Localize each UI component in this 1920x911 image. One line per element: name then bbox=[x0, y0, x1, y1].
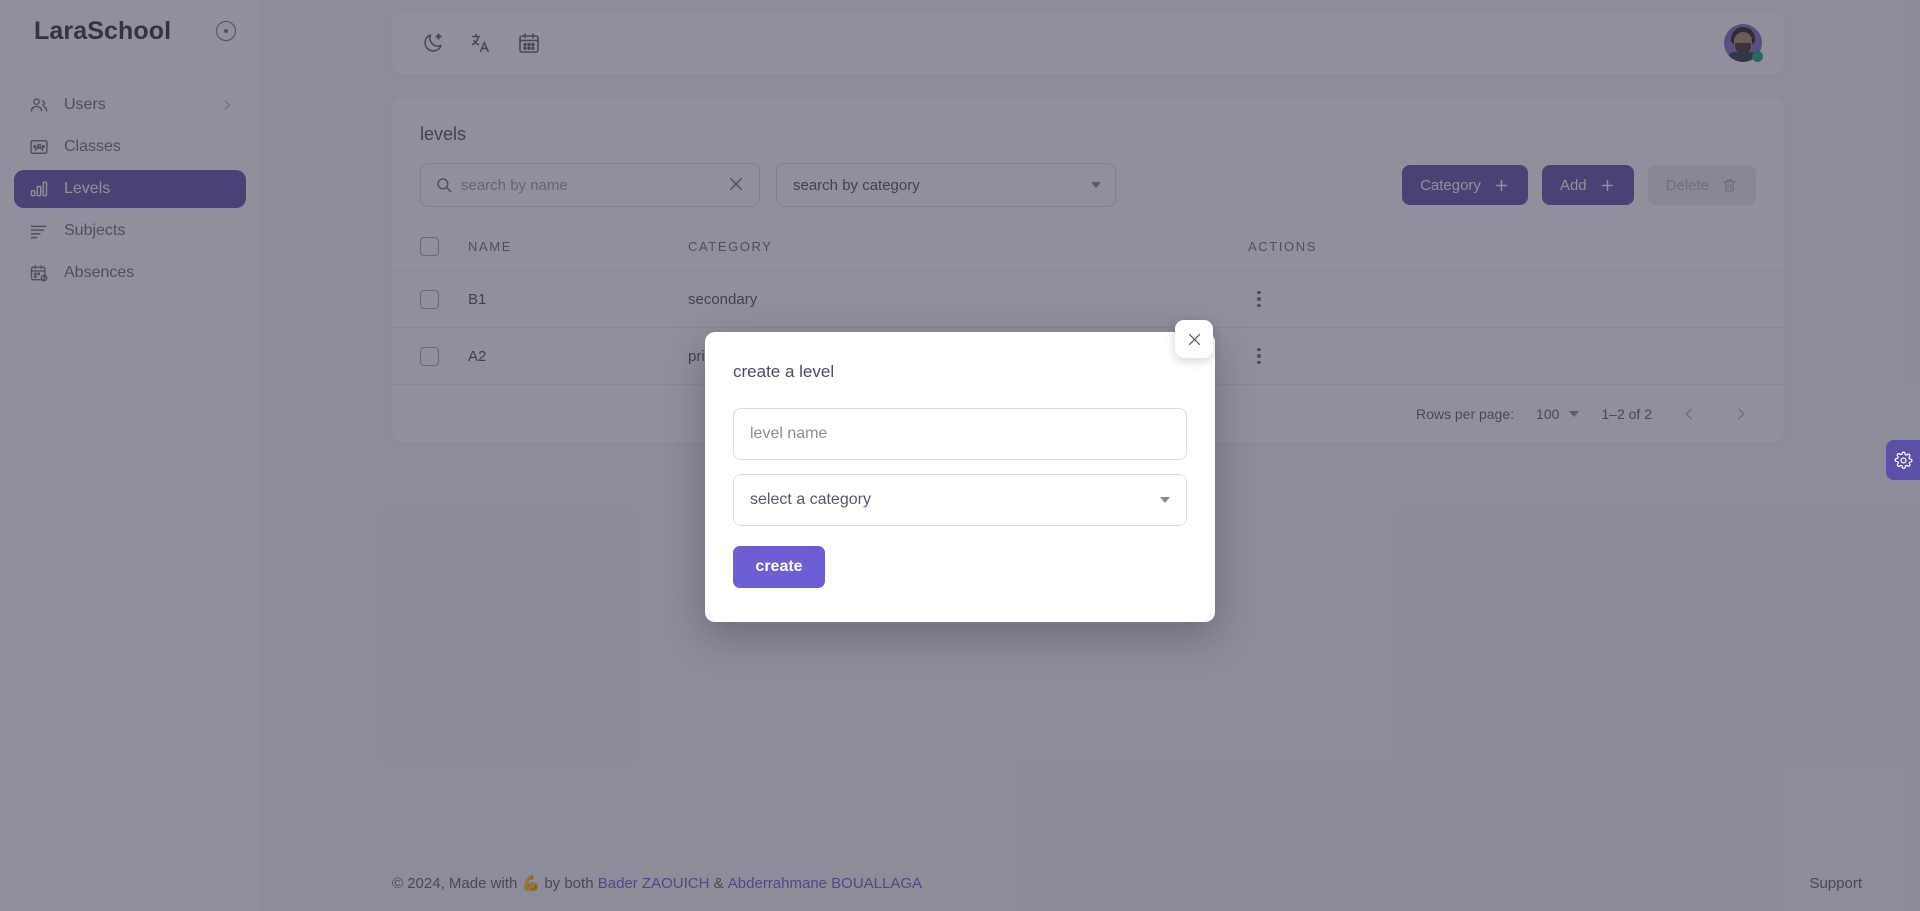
create-level-modal: create a level select a category create bbox=[705, 332, 1215, 622]
level-name-field[interactable] bbox=[733, 408, 1187, 460]
gear-icon bbox=[1894, 451, 1913, 470]
modal-title: create a level bbox=[733, 362, 835, 381]
category-select-value: select a category bbox=[750, 491, 871, 508]
app-root: LaraSchool Users bbox=[0, 0, 1920, 911]
settings-tab-button[interactable] bbox=[1886, 440, 1920, 480]
create-button[interactable]: create bbox=[733, 546, 825, 588]
level-name-input[interactable] bbox=[750, 425, 1170, 443]
category-select[interactable]: select a category bbox=[733, 474, 1187, 526]
close-icon bbox=[1186, 331, 1203, 348]
chevron-down-icon bbox=[1160, 497, 1170, 503]
close-modal-button[interactable] bbox=[1175, 320, 1213, 358]
